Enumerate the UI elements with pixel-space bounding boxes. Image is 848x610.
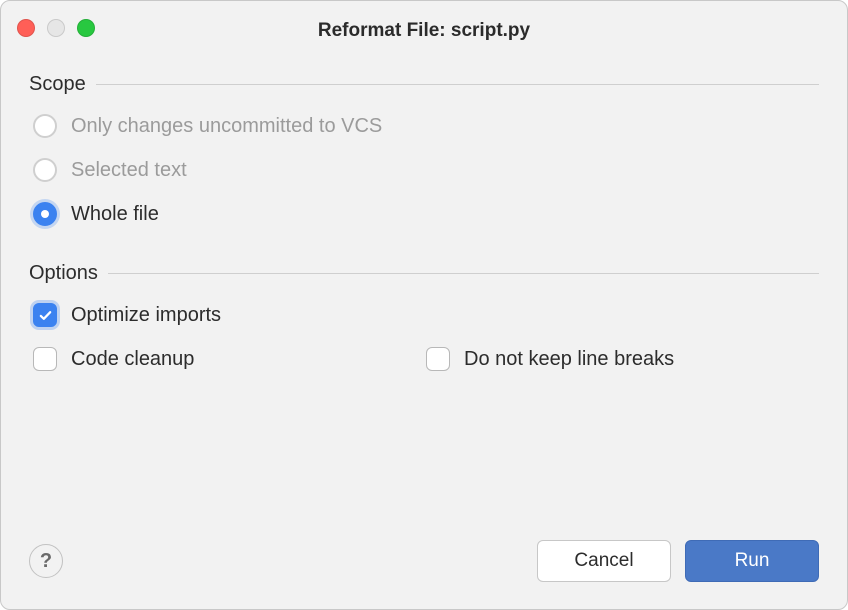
scope-radiogroup: Only changes uncommitted to VCS Selected… — [33, 114, 819, 226]
help-button[interactable]: ? — [29, 544, 63, 578]
dialog-title: Reformat File: script.py — [13, 8, 835, 42]
scope-option-selected-text: Selected text — [33, 158, 819, 182]
button-label: Cancel — [574, 550, 633, 572]
reformat-file-dialog: Reformat File: script.py Scope Only chan… — [0, 0, 848, 610]
divider — [96, 84, 819, 85]
help-icon: ? — [40, 550, 52, 573]
options-heading: Options — [29, 262, 98, 285]
titlebar: Reformat File: script.py — [1, 1, 847, 49]
scope-option-uncommitted: Only changes uncommitted to VCS — [33, 114, 819, 138]
button-label: Run — [735, 550, 770, 572]
radio-icon — [33, 158, 57, 182]
scope-option-label: Selected text — [71, 159, 187, 182]
radio-icon — [33, 114, 57, 138]
option-label: Do not keep line breaks — [464, 348, 674, 371]
checkbox-icon — [426, 347, 450, 371]
scope-option-whole-file[interactable]: Whole file — [33, 202, 819, 226]
scope-section-header: Scope — [29, 73, 819, 96]
options-group: Optimize imports Code cleanup Do not kee… — [33, 303, 819, 371]
zoom-window-icon[interactable] — [77, 19, 95, 37]
cancel-button[interactable]: Cancel — [537, 540, 671, 582]
scope-heading: Scope — [29, 73, 86, 96]
option-label: Optimize imports — [71, 304, 221, 327]
option-label: Code cleanup — [71, 348, 194, 371]
option-code-cleanup[interactable]: Code cleanup — [33, 347, 426, 371]
window-controls — [17, 19, 95, 37]
dialog-content: Scope Only changes uncommitted to VCS Se… — [1, 49, 847, 525]
checkbox-icon — [33, 303, 57, 327]
checkbox-icon — [33, 347, 57, 371]
option-optimize-imports[interactable]: Optimize imports — [33, 303, 819, 327]
divider — [108, 273, 819, 274]
close-window-icon[interactable] — [17, 19, 35, 37]
scope-option-label: Only changes uncommitted to VCS — [71, 115, 382, 138]
option-no-line-breaks[interactable]: Do not keep line breaks — [426, 347, 819, 371]
run-button[interactable]: Run — [685, 540, 819, 582]
options-section-header: Options — [29, 262, 819, 285]
scope-option-label: Whole file — [71, 203, 159, 226]
radio-icon — [33, 202, 57, 226]
minimize-window-icon — [47, 19, 65, 37]
dialog-footer: ? Cancel Run — [1, 525, 847, 609]
